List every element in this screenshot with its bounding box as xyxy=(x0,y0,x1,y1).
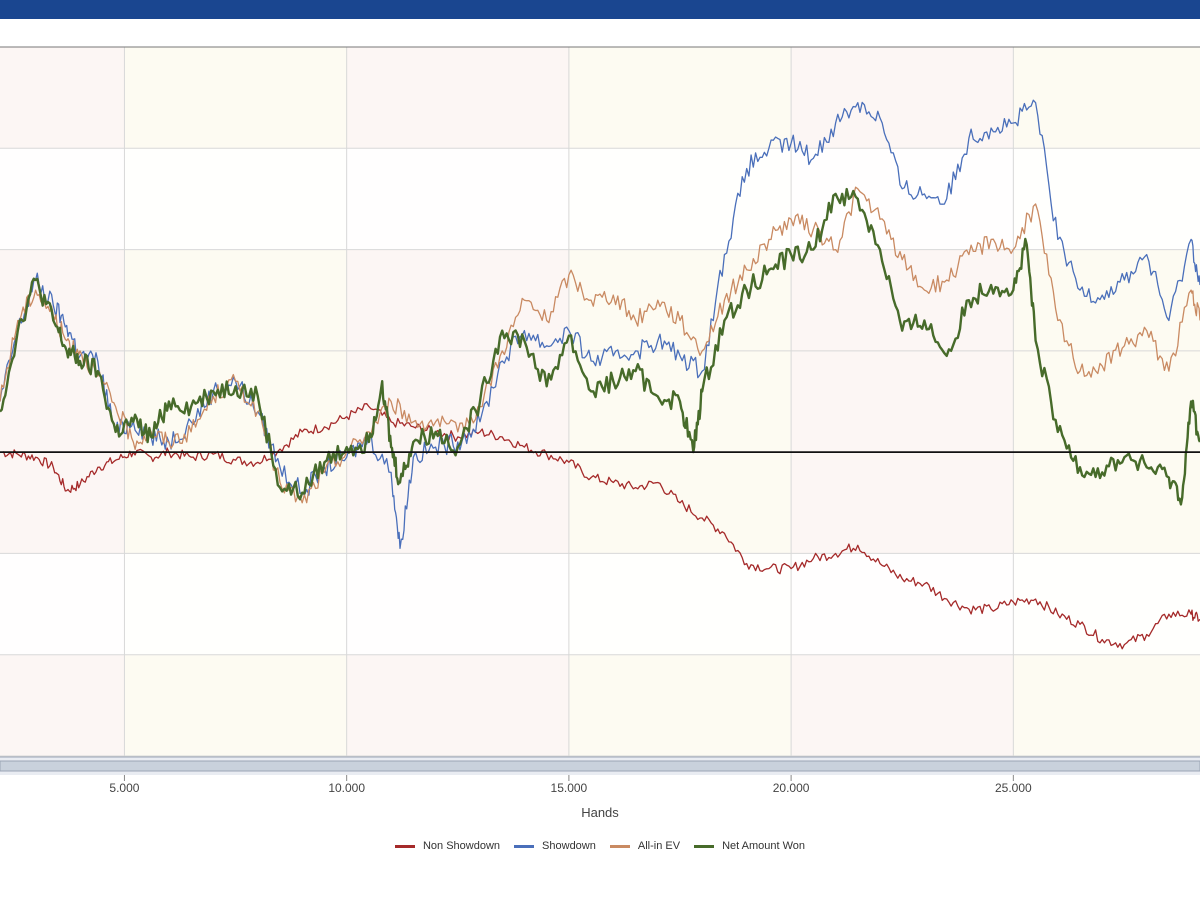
background-bands xyxy=(0,47,1200,756)
legend-item-showdown[interactable]: Showdown xyxy=(514,840,596,852)
legend-label-showdown: Showdown xyxy=(542,840,596,852)
legend-label-non-showdown: Non Showdown xyxy=(422,840,501,852)
scrollbar-thumb xyxy=(0,760,1200,772)
background-stripe xyxy=(0,553,1200,655)
chart-area: 5.000 10.000 15.000 20.000 25.000 xyxy=(0,46,1200,795)
legend-swatch-net-amount-won xyxy=(694,844,715,848)
legend-swatch-non-showdown xyxy=(394,844,415,848)
x-axis-ticks: 5.000 10.000 15.000 20.000 25.000 xyxy=(109,775,1032,795)
x-axis-label: Hands xyxy=(581,805,619,820)
legend-item-non-showdown[interactable]: Non Showdown xyxy=(394,840,501,852)
x-tick-label: 15.000 xyxy=(551,781,588,795)
chart-scrollbar[interactable] xyxy=(0,756,1200,775)
legend-label-net-amount-won: Net Amount Won xyxy=(722,840,806,852)
legend-swatch-showdown xyxy=(514,844,535,848)
x-tick-label: 5.000 xyxy=(109,781,139,795)
legend-item-all-in-ev[interactable]: All-in EV xyxy=(609,840,681,852)
x-tick-label: 20.000 xyxy=(773,781,810,795)
legend-label-all-in-ev: All-in EV xyxy=(637,840,681,852)
background-stripe xyxy=(0,148,1200,250)
legend: Non Showdown Showdown All-in EV Net Amou… xyxy=(0,840,1200,852)
x-tick-label: 10.000 xyxy=(328,781,365,795)
x-tick-label: 25.000 xyxy=(995,781,1032,795)
legend-item-net-amount-won[interactable]: Net Amount Won xyxy=(694,840,805,852)
legend-swatch-all-in-ev xyxy=(609,844,630,848)
